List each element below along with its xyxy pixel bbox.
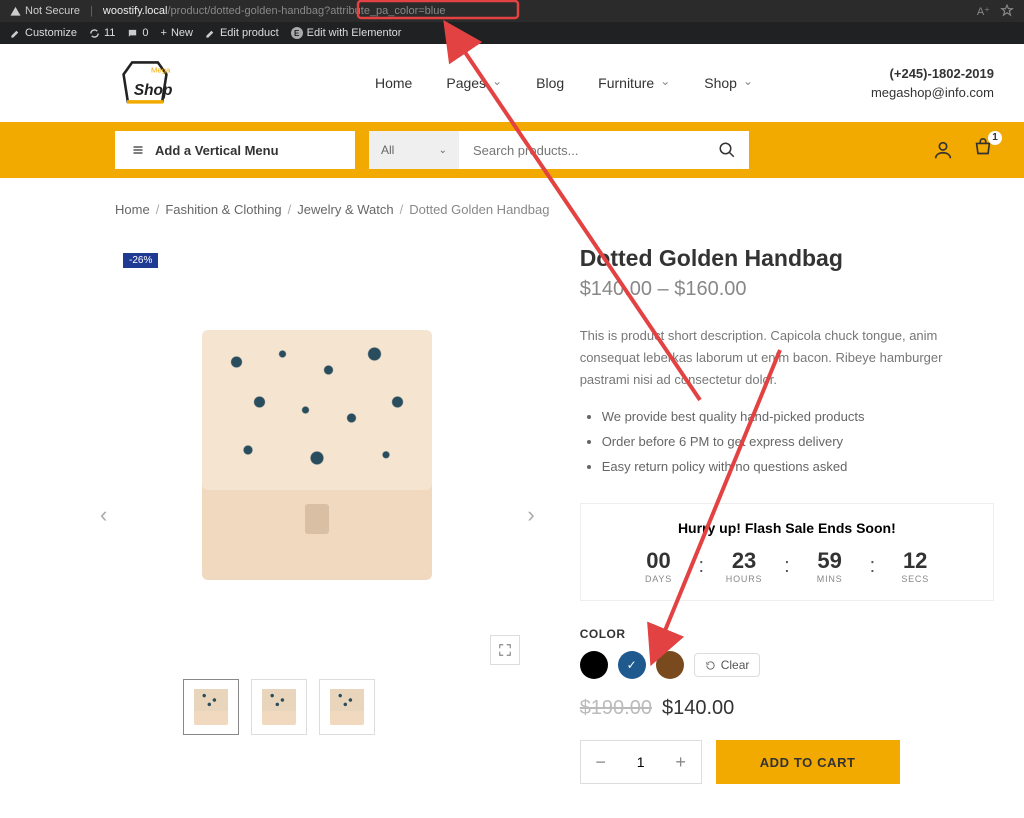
countdown-hours: 23HOURS [714,548,774,584]
nav-pages[interactable]: Pages [446,75,502,91]
comment-icon [127,28,138,39]
qty-input[interactable] [621,754,661,770]
product-title: Dotted Golden Handbag [580,245,994,272]
reader-icon[interactable]: A⁺ [977,5,990,18]
bullet-2: Order before 6 PM to get express deliver… [602,430,994,455]
url-divider: | [90,5,93,17]
swatch-black[interactable] [580,651,608,679]
hamburger-icon [131,144,145,156]
reset-icon [705,660,716,671]
handbag-illustration [202,330,432,580]
edit-product-link[interactable]: Edit product [205,27,279,39]
qty-plus[interactable]: + [661,741,701,783]
expand-image-button[interactable] [490,635,520,665]
contact-info: (+245)-1802-2019 megashop@info.com [871,64,994,103]
search-button[interactable] [705,131,749,169]
countdown-mins: 59MINS [800,548,860,584]
updates-link[interactable]: 11 [89,27,115,39]
breadcrumb-home[interactable]: Home [115,202,150,217]
brush-icon [10,28,21,39]
countdown-secs: 12SECS [885,548,945,584]
comments-link[interactable]: 0 [127,27,148,39]
site-logo[interactable]: Shop Mega [115,58,175,108]
countdown-title: Hurry up! Flash Sale Ends Soon! [597,520,977,536]
clear-button[interactable]: Clear [694,653,761,677]
swatch-brown[interactable] [656,651,684,679]
phone-number: (+245)-1802-2019 [871,64,994,84]
browser-address-bar[interactable]: Not Secure | woostify.local/product/dott… [0,0,1024,22]
quantity-stepper: − + [580,740,702,784]
add-to-cart-button[interactable]: ADD TO CART [716,740,900,784]
refresh-icon [89,28,100,39]
color-swatches: ✓ Clear [580,651,994,679]
svg-text:Mega: Mega [151,66,171,75]
svg-text:Shop: Shop [134,82,173,99]
favorite-icon[interactable] [1000,4,1014,18]
pencil-icon [205,28,216,39]
search-input[interactable] [459,143,705,158]
product-bullets: We provide best quality hand-picked prod… [580,405,994,479]
search-icon [718,141,736,159]
breadcrumb-cat2[interactable]: Jewelry & Watch [297,202,393,217]
chevron-down-icon: ⌄ [439,145,447,156]
nav-shop[interactable]: Shop [704,75,753,91]
color-label: COLOR [580,627,994,641]
countdown-days: 00DAYS [629,548,689,584]
main-content: Home / Fashition & Clothing / Jewelry & … [0,178,1024,784]
thumb-3[interactable] [319,679,375,735]
product-main-image[interactable] [115,245,520,665]
new-link[interactable]: + New [161,27,193,39]
nav-home[interactable]: Home [375,75,412,91]
bullet-3: Easy return policy with no questions ask… [602,455,994,480]
thumb-2[interactable] [251,679,307,735]
product-gallery: -26% ‹ › [115,245,520,784]
cart-button[interactable]: 1 [972,137,994,164]
qty-minus[interactable]: − [581,741,621,783]
bullet-1: We provide best quality hand-picked prod… [602,405,994,430]
swatch-blue[interactable]: ✓ [618,651,646,679]
nav-furniture[interactable]: Furniture [598,75,670,91]
cart-count-badge: 1 [988,131,1002,145]
check-icon: ✓ [627,658,637,672]
wp-admin-bar: Customize 11 0 + New Edit product E Edit… [0,22,1024,44]
not-secure-label: Not Secure [25,5,80,17]
variation-price: $190.00$140.00 [580,697,994,720]
warning-icon [10,6,21,17]
gallery-prev[interactable]: ‹ [100,502,107,528]
plus-icon: + [161,27,167,39]
product-price-range: $140.00 – $160.00 [580,278,994,301]
countdown-box: Hurry up! Flash Sale Ends Soon! 00DAYS :… [580,503,994,601]
not-secure-indicator: Not Secure [10,5,80,17]
search-bar: Add a Vertical Menu All ⌄ 1 [0,122,1024,178]
edit-elementor-link[interactable]: E Edit with Elementor [291,27,402,39]
email-address: megashop@info.com [871,83,994,103]
gallery-thumbs [183,679,520,735]
elementor-icon: E [291,27,303,39]
category-select[interactable]: All ⌄ [369,131,459,169]
site-header: Shop Mega Home Pages Blog Furniture Shop… [0,44,1024,122]
account-icon[interactable] [932,139,954,161]
breadcrumb-current: Dotted Golden Handbag [409,202,549,217]
expand-icon [498,643,512,657]
logo-icon: Shop Mega [115,58,175,108]
product-details: Dotted Golden Handbag $140.00 – $160.00 … [580,245,994,784]
breadcrumb: Home / Fashition & Clothing / Jewelry & … [115,202,994,217]
breadcrumb-cat1[interactable]: Fashition & Clothing [165,202,281,217]
url-text: woostify.local/product/dotted-golden-han… [103,5,967,17]
customize-link[interactable]: Customize [10,27,77,39]
thumb-1[interactable] [183,679,239,735]
nav-blog[interactable]: Blog [536,75,564,91]
vertical-menu-toggle[interactable]: Add a Vertical Menu [115,131,355,169]
gallery-next[interactable]: › [527,502,534,528]
main-nav: Home Pages Blog Furniture Shop [375,75,753,91]
product-description: This is product short description. Capic… [580,325,994,391]
